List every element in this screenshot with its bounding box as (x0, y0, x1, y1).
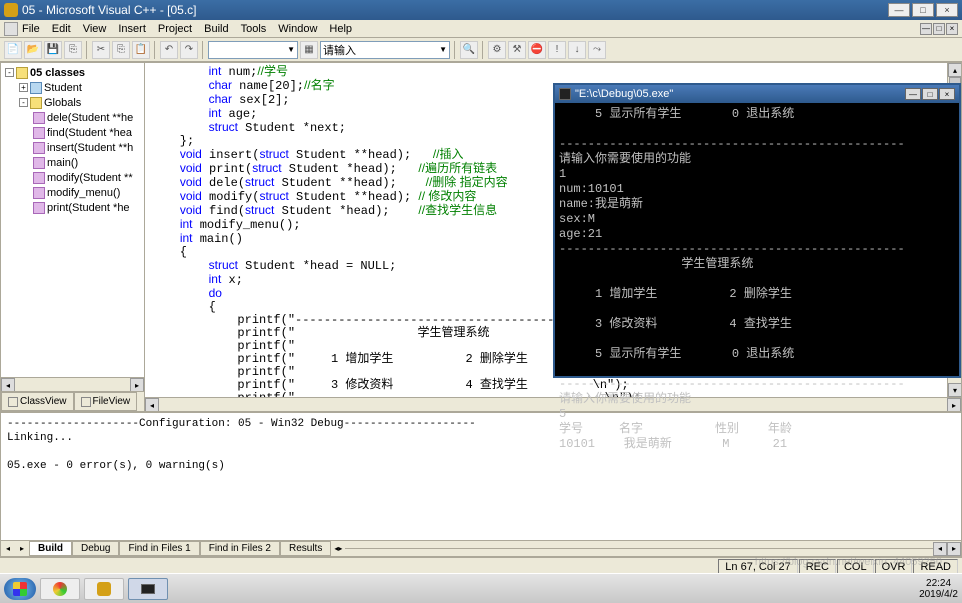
menu-file[interactable]: File (22, 23, 40, 35)
output-tab-find2[interactable]: Find in Files 2 (200, 541, 280, 556)
menu-view[interactable]: View (83, 23, 107, 35)
build-button[interactable]: ⚒ (508, 41, 526, 59)
paste-button[interactable]: 📋 (132, 41, 150, 59)
menu-tools[interactable]: Tools (241, 23, 267, 35)
console-icon (559, 88, 571, 100)
menu-edit[interactable]: Edit (52, 23, 71, 35)
menu-insert[interactable]: Insert (118, 23, 146, 35)
cut-button[interactable]: ✂ (92, 41, 110, 59)
tree-func[interactable]: print(Student *he (1, 200, 144, 215)
output-nav-right[interactable]: ▸ (15, 542, 29, 556)
task-app2[interactable] (84, 578, 124, 600)
copy-button[interactable]: ⎘ (112, 41, 130, 59)
class-tree[interactable]: -05 classes +Student -Globals dele(Stude… (1, 63, 144, 377)
console-minimize[interactable]: — (905, 88, 921, 100)
new-button[interactable]: 📄 (4, 41, 22, 59)
tile-button[interactable]: ▦ (300, 41, 318, 59)
tree-func[interactable]: modify_menu() (1, 185, 144, 200)
task-chrome[interactable] (40, 578, 80, 600)
window-title: 05 - Microsoft Visual C++ - [05.c] (22, 3, 888, 17)
task-console[interactable] (128, 578, 168, 600)
console-close[interactable]: × (939, 88, 955, 100)
menu-project[interactable]: Project (158, 23, 192, 35)
menu-window[interactable]: Window (278, 23, 317, 35)
minimize-button[interactable]: — (888, 3, 910, 17)
save-all-button[interactable]: ⎘ (64, 41, 82, 59)
workspace-sidebar: -05 classes +Student -Globals dele(Stude… (0, 62, 145, 412)
open-button[interactable]: 📂 (24, 41, 42, 59)
stop-build-button[interactable]: ⛔ (528, 41, 546, 59)
undo-button[interactable]: ↶ (160, 41, 178, 59)
sidebar-hscroll[interactable]: ◂▸ (1, 377, 144, 391)
output-tab-debug[interactable]: Debug (72, 541, 119, 556)
output-scroll-right[interactable]: ▸ (947, 542, 961, 556)
save-button[interactable]: 💾 (44, 41, 62, 59)
clock[interactable]: 22:24 2019/4/2 (919, 578, 958, 600)
compile-button[interactable]: ⚙ (488, 41, 506, 59)
workspace-combo[interactable]: ▼ (208, 41, 298, 59)
step-button[interactable]: ⤳ (588, 41, 606, 59)
console-title-bar[interactable]: "E:\c\Debug\05.exe" — □ × (555, 85, 959, 103)
tree-item[interactable]: -Globals (1, 95, 144, 110)
find-button[interactable]: 🔍 (460, 41, 478, 59)
doc-icon (4, 22, 18, 36)
mdi-restore-button[interactable]: □ (933, 23, 945, 35)
taskbar: 22:24 2019/4/2 (0, 573, 962, 603)
execute-button[interactable]: ! (548, 41, 566, 59)
console-title: "E:\c\Debug\05.exe" (575, 88, 673, 100)
menu-bar: File Edit View Insert Project Build Tool… (0, 20, 962, 38)
start-button[interactable] (4, 578, 36, 600)
tree-func[interactable]: main() (1, 155, 144, 170)
mdi-close-button[interactable]: × (946, 23, 958, 35)
tree-func[interactable]: insert(Student **h (1, 140, 144, 155)
toolbar: 📄 📂 💾 ⎘ ✂ ⎘ 📋 ↶ ↷ ▼ ▦ 请输入▼ 🔍 ⚙ ⚒ ⛔ ! ↓ ⤳ (0, 38, 962, 62)
output-tab-results[interactable]: Results (280, 541, 331, 556)
menu-build[interactable]: Build (204, 23, 228, 35)
watermark: https://blog.csdn.net/weixin_44059250 (755, 556, 942, 568)
app-icon (4, 3, 18, 17)
title-bar: 05 - Microsoft Visual C++ - [05.c] — □ × (0, 0, 962, 20)
console-window[interactable]: "E:\c\Debug\05.exe" — □ × 5 显示所有学生 0 退出系… (553, 83, 961, 378)
output-nav-more[interactable]: ◂▸ (331, 542, 345, 556)
output-tab-find1[interactable]: Find in Files 1 (119, 541, 199, 556)
tree-func[interactable]: find(Student *hea (1, 125, 144, 140)
console-maximize[interactable]: □ (922, 88, 938, 100)
console-output: 5 显示所有学生 0 退出系统 ------------------------… (555, 103, 959, 456)
output-nav-left[interactable]: ◂ (1, 542, 15, 556)
maximize-button[interactable]: □ (912, 3, 934, 17)
close-button[interactable]: × (936, 3, 958, 17)
output-tab-build[interactable]: Build (29, 541, 72, 556)
mdi-minimize-button[interactable]: — (920, 23, 932, 35)
menu-help[interactable]: Help (329, 23, 352, 35)
tree-root[interactable]: -05 classes (1, 65, 144, 80)
go-button[interactable]: ↓ (568, 41, 586, 59)
redo-button[interactable]: ↷ (180, 41, 198, 59)
tree-func[interactable]: modify(Student ** (1, 170, 144, 185)
tree-func[interactable]: dele(Student **he (1, 110, 144, 125)
tab-fileview[interactable]: FileView (74, 392, 138, 411)
tree-item[interactable]: +Student (1, 80, 144, 95)
find-combo[interactable]: 请输入▼ (320, 41, 450, 59)
output-scroll-left[interactable]: ◂ (933, 542, 947, 556)
tab-classview[interactable]: ClassView (1, 392, 74, 411)
